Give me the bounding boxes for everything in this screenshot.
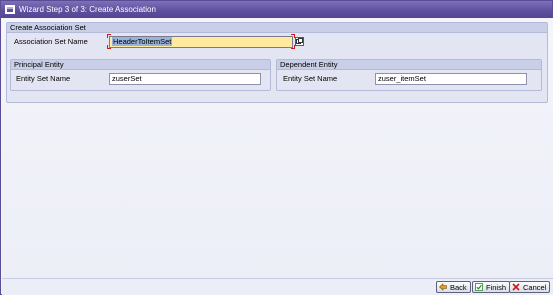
wizard-dialog: Wizard Step 3 of 3: Create Association C… — [0, 0, 553, 295]
window-title: Wizard Step 3 of 3: Create Association — [19, 5, 156, 14]
focus-corner — [107, 34, 111, 38]
cancel-button[interactable]: Cancel — [509, 281, 551, 293]
principal-entity-group: Principal Entity Entity Set Name zuserSe… — [10, 59, 271, 91]
association-set-group: Create Association Set Association Set N… — [6, 22, 548, 103]
back-button-label: Back — [450, 282, 467, 292]
principal-entity-set-name-input[interactable]: zuserSet — [109, 73, 261, 85]
dependent-entity-set-name-label: Entity Set Name — [283, 74, 338, 83]
finish-checkflag-icon — [475, 283, 483, 291]
association-set-name-label: Association Set Name — [14, 37, 88, 46]
dependent-entity-set-name-input[interactable]: zuser_itemSet — [375, 73, 527, 85]
cancel-button-label: Cancel — [523, 282, 547, 292]
back-arrow-icon — [439, 283, 447, 291]
finish-button-label: Finish — [486, 282, 507, 292]
principal-entity-group-title: Principal Entity — [11, 60, 270, 70]
button-bar: Back Finish Cancel — [2, 278, 553, 295]
dependent-entity-group-title: Dependent Entity — [277, 60, 541, 70]
cancel-x-icon — [512, 283, 520, 291]
association-set-name-input[interactable]: HeaderToItemSet — [109, 36, 293, 48]
finish-button[interactable]: Finish — [472, 281, 511, 293]
association-set-name-value: HeaderToItemSet — [112, 37, 173, 46]
focus-corner — [107, 45, 111, 49]
association-set-group-title: Create Association Set — [7, 23, 547, 33]
wizard-content: Create Association Set Association Set N… — [2, 18, 553, 295]
dependent-entity-group: Dependent Entity Entity Set Name zuser_i… — [276, 59, 542, 91]
principal-entity-set-name-label: Entity Set Name — [16, 74, 71, 83]
value-help-icon[interactable] — [295, 37, 304, 46]
title-bar: Wizard Step 3 of 3: Create Association — [1, 1, 552, 18]
window-icon — [5, 5, 15, 14]
back-button[interactable]: Back — [436, 281, 471, 293]
